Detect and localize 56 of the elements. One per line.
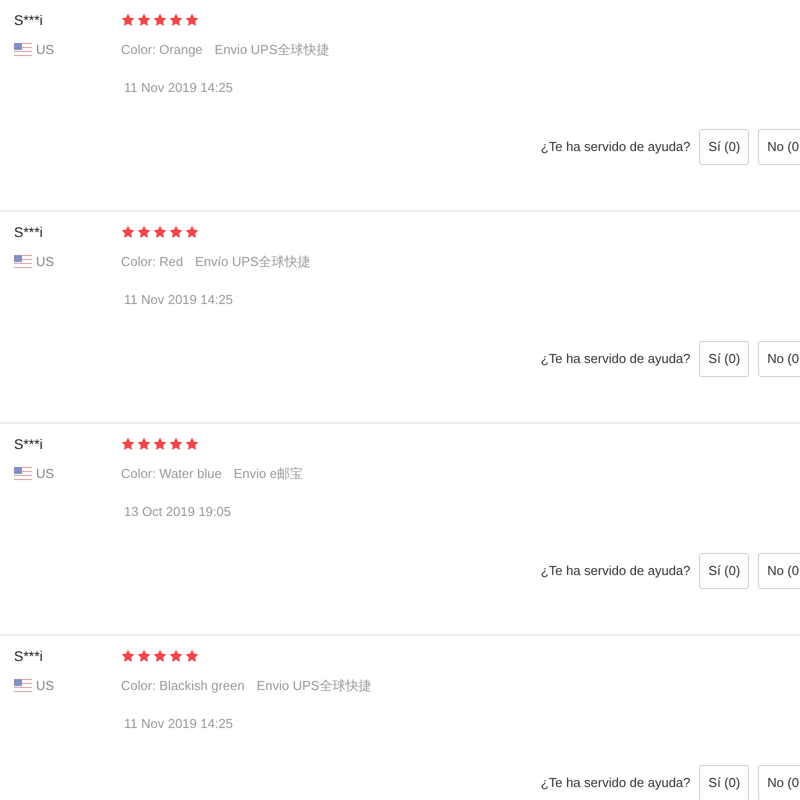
review-date: 13 Oct 2019 19:05 xyxy=(123,502,232,520)
flag-icon xyxy=(14,466,32,481)
star-icon xyxy=(169,649,183,663)
no-button[interactable]: No (0 xyxy=(758,129,800,165)
reviewer-name: S***i xyxy=(14,11,44,30)
helpful-question: ¿Te ha servido de ayuda? xyxy=(540,774,690,792)
flag-icon xyxy=(14,678,32,693)
star-icon xyxy=(137,437,151,451)
star-icon xyxy=(169,13,183,27)
shipping-attribute: Envio UPS全球快捷 xyxy=(214,41,330,59)
star-icon xyxy=(169,225,183,239)
no-button[interactable]: No (0 xyxy=(758,341,800,377)
reviewer-name: S***i xyxy=(14,647,44,666)
flag-icon xyxy=(14,42,32,57)
color-attribute: Color: Orange xyxy=(121,41,203,59)
no-button[interactable]: No (0 xyxy=(758,553,800,589)
star-icon xyxy=(121,225,135,239)
star-icon xyxy=(153,13,167,27)
star-icon xyxy=(153,437,167,451)
star-icon xyxy=(153,649,167,663)
country-label: US xyxy=(36,41,54,59)
review-date: 11 Nov 2019 14:25 xyxy=(123,78,234,96)
yes-button[interactable]: Sí (0) xyxy=(699,553,750,589)
color-attribute: Color: Red xyxy=(121,253,184,271)
color-attribute: Color: Water blue xyxy=(121,465,222,483)
star-icon xyxy=(185,649,199,663)
helpful-question: ¿Te ha servido de ayuda? xyxy=(540,138,690,156)
review-date: 11 Nov 2019 14:25 xyxy=(123,290,234,308)
star-icon xyxy=(153,225,167,239)
star-icon xyxy=(121,649,135,663)
review-date: 11 Nov 2019 14:25 xyxy=(123,714,234,732)
star-icon xyxy=(185,13,199,27)
star-icon xyxy=(137,13,151,27)
shipping-attribute: Envio e邮宝 xyxy=(234,465,304,483)
helpful-question: ¿Te ha servido de ayuda? xyxy=(540,562,690,580)
star-icon xyxy=(137,649,151,663)
star-icon xyxy=(137,225,151,239)
country-label: US xyxy=(36,465,54,483)
helpful-question: ¿Te ha servido de ayuda? xyxy=(540,350,690,368)
star-icon xyxy=(121,437,135,451)
shipping-attribute: Envio UPS全球快捷 xyxy=(256,677,372,695)
color-attribute: Color: Blackish green xyxy=(121,677,245,695)
star-icon xyxy=(185,437,199,451)
star-icon xyxy=(185,225,199,239)
shipping-attribute: Envío UPS全球快捷 xyxy=(195,253,311,271)
yes-button[interactable]: Sí (0) xyxy=(699,765,750,800)
country-label: US xyxy=(36,677,54,695)
yes-button[interactable]: Sí (0) xyxy=(699,341,750,377)
reviewer-name: S***i xyxy=(14,435,44,454)
reviewer-name: S***i xyxy=(14,223,44,242)
no-button[interactable]: No (0 xyxy=(758,765,800,800)
star-icon xyxy=(121,13,135,27)
flag-icon xyxy=(14,254,32,269)
yes-button[interactable]: Sí (0) xyxy=(699,129,750,165)
star-icon xyxy=(169,437,183,451)
country-label: US xyxy=(36,253,54,271)
